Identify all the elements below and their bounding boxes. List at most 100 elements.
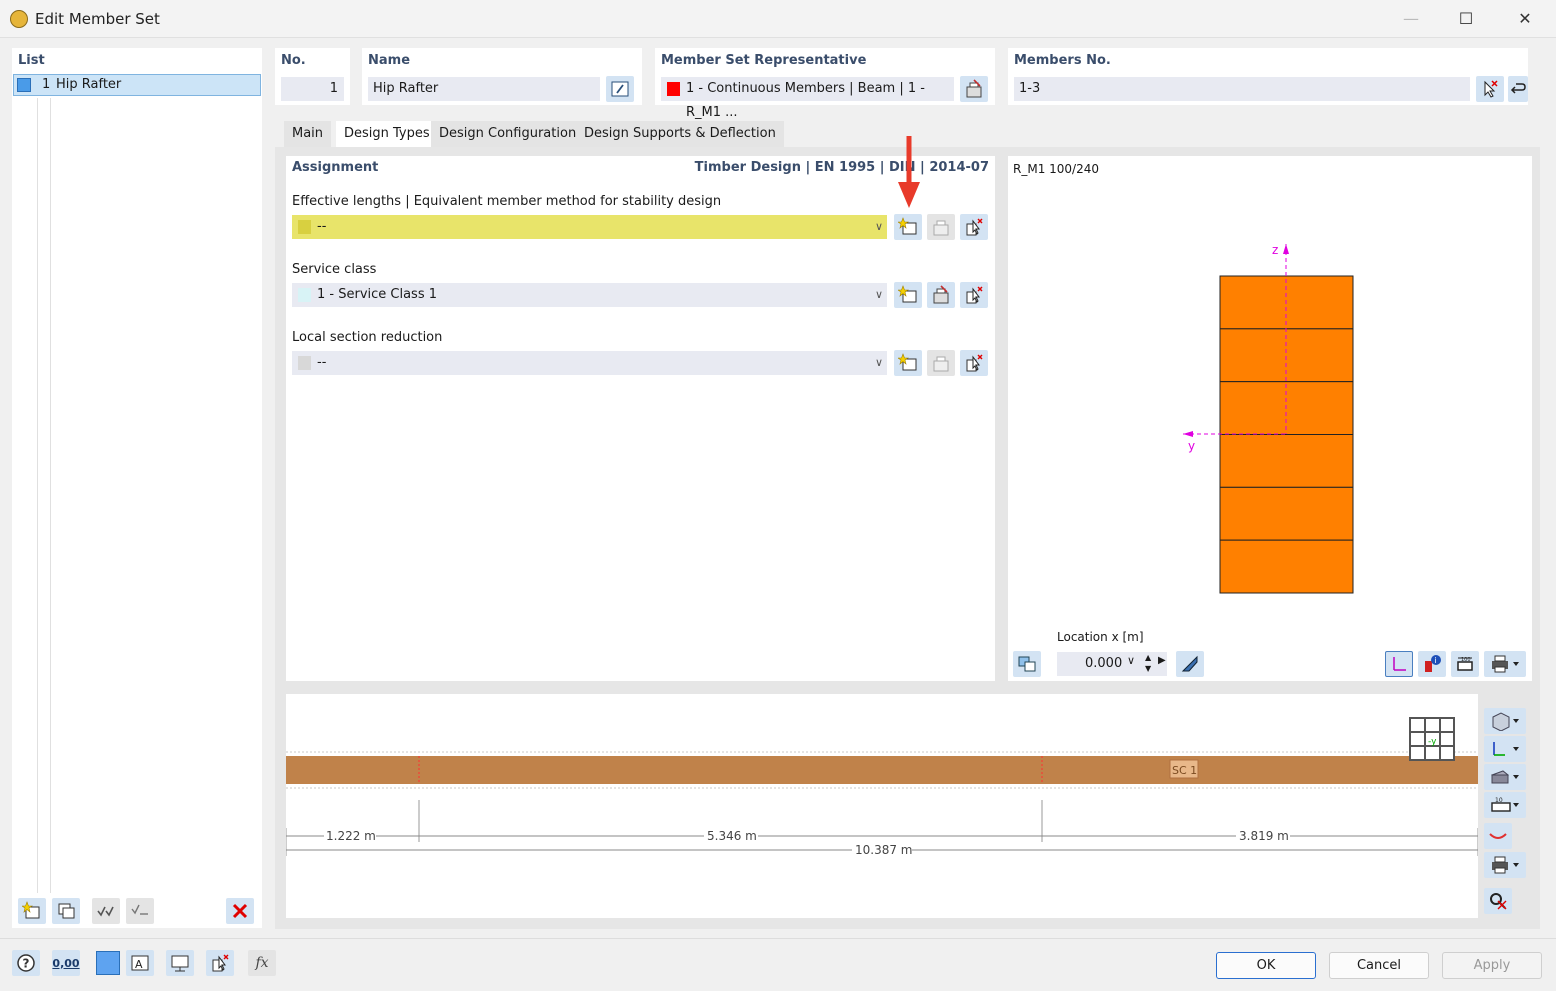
tab-design-types[interactable]: Design Types [336, 121, 438, 147]
units-button[interactable]: 0,00 [52, 950, 80, 976]
section-lamella [1219, 539, 1354, 594]
effective-lengths-value: -- [317, 219, 327, 234]
svg-text:100: 100 [1461, 657, 1471, 663]
representative-panel: Member Set Representative 1 - Continuous… [655, 48, 995, 120]
name-field[interactable]: Hip Rafter [368, 77, 600, 101]
list-item[interactable]: 1 Hip Rafter [13, 74, 261, 96]
select-effective-length-button[interactable] [960, 214, 988, 240]
axes-toggle-button[interactable] [1385, 651, 1413, 677]
location-label: Location x [m] [1057, 630, 1144, 644]
service-class-select[interactable]: 1 - Service Class 1 ∨ [292, 283, 887, 307]
name-panel: Name Hip Rafter [362, 48, 642, 105]
location-stepper[interactable]: 0.000 ∨ ▲ ▼ ▶ [1057, 652, 1167, 676]
edit-effective-length-button[interactable] [927, 214, 955, 240]
view-axis-button[interactable] [1484, 736, 1526, 762]
print-section-button[interactable] [1484, 651, 1526, 677]
new-service-class-button[interactable] [894, 282, 922, 308]
list-panel: List 1 Hip Rafter [12, 48, 262, 928]
apply-button[interactable]: Apply [1442, 952, 1542, 979]
view-settings-button[interactable] [166, 950, 194, 976]
tab-design-configurations[interactable]: Design Configurations [431, 121, 591, 147]
chevron-down-icon[interactable]: ∨ [1127, 654, 1135, 667]
delete-item-button[interactable] [226, 898, 254, 924]
help-button[interactable]: ? [12, 950, 40, 976]
section-lamella [1219, 434, 1354, 488]
uncheck-all-button[interactable] [126, 898, 154, 924]
close-icon[interactable]: ✕ [1502, 4, 1548, 34]
member-drawing: SC 1 1.222 m 5.346 m 3.819 m 10.387 m -y [286, 717, 1478, 857]
members-label: Members No. [1014, 53, 1111, 68]
service-class-color [298, 288, 311, 302]
function-icon: fx [255, 955, 269, 971]
no-field[interactable]: 1 [281, 77, 344, 101]
dimensions-button[interactable]: 100 [1451, 651, 1479, 677]
minimize-icon[interactable]: — [1388, 4, 1434, 34]
copy-item-button[interactable] [52, 898, 80, 924]
list-item-no: 1 [42, 77, 51, 92]
swap-view-button[interactable] [1013, 651, 1041, 677]
representative-color [667, 82, 680, 96]
maximize-icon[interactable]: ☐ [1443, 4, 1489, 34]
svg-text:?: ? [23, 957, 30, 971]
reset-view-button[interactable] [1484, 888, 1512, 914]
pick-members-button[interactable] [1476, 76, 1504, 102]
view-3d-button[interactable] [1484, 708, 1526, 734]
color-button[interactable] [96, 951, 120, 975]
dimension-3: 3.819 m [1239, 829, 1289, 843]
select-service-class-button[interactable] [960, 282, 988, 308]
title-bar: Edit Member Set — ☐ ✕ [0, 0, 1556, 38]
dimension-1: 1.222 m [326, 829, 376, 843]
check-all-button[interactable] [92, 898, 120, 924]
ok-button[interactable]: OK [1216, 952, 1316, 979]
spin-icon[interactable]: ▲ ▼ [1145, 652, 1151, 674]
service-class-value: 1 - Service Class 1 [317, 287, 438, 302]
assignment-title: Assignment [292, 160, 379, 175]
text-style-button[interactable]: A [126, 950, 154, 976]
deflection-button[interactable] [1484, 823, 1512, 849]
pick-location-button[interactable] [1176, 651, 1204, 677]
next-icon[interactable]: ▶ [1158, 655, 1166, 666]
representative-label: Member Set Representative [661, 53, 867, 68]
select-section-reduction-button[interactable] [960, 350, 988, 376]
svg-text:10: 10 [1495, 797, 1503, 804]
effective-lengths-select[interactable]: -- ∨ [292, 215, 887, 239]
representative-field[interactable]: 1 - Continuous Members | Beam | 1 - R_M1… [661, 77, 954, 120]
effective-lengths-color [298, 220, 311, 234]
units-badge: 0,00 [52, 956, 80, 970]
print-view-button[interactable] [1484, 852, 1526, 878]
view-render-button[interactable] [1484, 764, 1526, 790]
dimension-total: 10.387 m [855, 843, 913, 857]
design-standard: Timber Design | EN 1995 | DIN | 2014-07 [694, 160, 989, 175]
select-representative-button[interactable] [960, 76, 988, 102]
section-lamella [1219, 486, 1354, 541]
list-item-color [17, 78, 31, 92]
select-objects-button[interactable] [206, 950, 234, 976]
service-class-label: Service class [292, 262, 377, 277]
dimension-2: 5.346 m [707, 829, 757, 843]
new-section-reduction-button[interactable] [894, 350, 922, 376]
local-section-reduction-color [298, 356, 311, 370]
edit-section-reduction-button[interactable] [927, 350, 955, 376]
assignment-panel: Assignment Timber Design | EN 1995 | DIN… [286, 136, 995, 681]
svg-text:i: i [1435, 656, 1437, 665]
tab-design-supports-deflection[interactable]: Design Supports & Deflection [576, 121, 784, 147]
cancel-button[interactable]: Cancel [1329, 952, 1429, 979]
effective-lengths-label: Effective lengths | Equivalent member me… [292, 194, 722, 209]
members-field[interactable]: 1-3 [1014, 77, 1470, 101]
view-dimension-button[interactable]: 10 [1484, 792, 1526, 818]
local-section-reduction-select[interactable]: -- ∨ [292, 351, 887, 375]
formula-button[interactable]: fx [248, 950, 276, 976]
info-button[interactable]: i [1418, 651, 1446, 677]
app-icon [10, 10, 28, 28]
edit-service-class-button[interactable] [927, 282, 955, 308]
chevron-down-icon: ∨ [874, 288, 883, 301]
tab-main[interactable]: Main [284, 121, 332, 147]
new-item-button[interactable] [18, 898, 46, 924]
tree-line [50, 98, 51, 893]
new-effective-length-button[interactable] [894, 214, 922, 240]
representative-value: 1 - Continuous Members | Beam | 1 - R_M1… [686, 81, 925, 120]
local-section-reduction-label: Local section reduction [292, 330, 443, 345]
band-label: SC 1 [1172, 764, 1197, 777]
reverse-members-button[interactable] [1508, 76, 1528, 102]
edit-name-button[interactable] [606, 76, 634, 102]
